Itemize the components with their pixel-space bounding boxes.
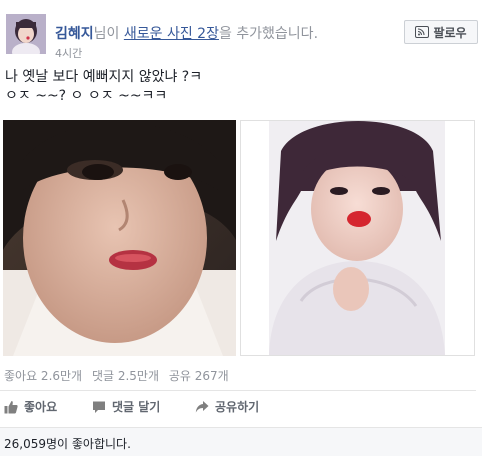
thumbs-up-icon: [4, 400, 18, 413]
message-line: 나 옛날 보다 예뻐지지 않았냐 ?ㅋ: [5, 69, 203, 85]
action-suffix: 을 추가했습니다.: [218, 26, 319, 42]
post-stats: 좋아요 2.6만개 댓글 2.5만개 공유 267개: [4, 367, 235, 384]
timestamp[interactable]: 4시간: [55, 45, 82, 61]
photo-grid: [3, 120, 475, 356]
post-header: 김혜지님이 새로운 사진 2장을 추가했습니다. 4시간 팔로우: [6, 14, 478, 64]
author-name[interactable]: 김혜지: [55, 26, 94, 42]
post-message: 나 옛날 보다 예뻐지지 않았냐 ?ㅋ ㅇㅈ ~~? ㅇ ㅇㅈ ~~ㅋㅋ: [5, 68, 202, 106]
avatar[interactable]: [6, 14, 46, 54]
comment-label: 댓글 달기: [112, 400, 161, 414]
feed-post: 김혜지님이 새로운 사진 2장을 추가했습니다. 4시간 팔로우 나 옛날 보다…: [0, 0, 482, 456]
comments-count[interactable]: 댓글 2.5만개: [92, 369, 159, 383]
follow-label: 팔로우: [433, 25, 467, 40]
likes-summary-text[interactable]: 26,059명이 좋아합니다.: [4, 435, 131, 452]
share-label: 공유하기: [215, 400, 260, 414]
like-label: 좋아요: [24, 400, 58, 414]
photo-2[interactable]: [240, 120, 475, 356]
action-prefix: 님이: [93, 26, 124, 42]
share-button[interactable]: 공유하기: [195, 398, 259, 415]
follow-rss-icon: [415, 26, 430, 38]
post-title: 김혜지님이 새로운 사진 2장을 추가했습니다.: [55, 23, 318, 43]
post-actions: 좋아요 댓글 달기 공유하기: [0, 394, 476, 420]
comment-icon: [93, 401, 105, 413]
likes-count[interactable]: 좋아요 2.6만개: [4, 369, 82, 383]
divider: [0, 390, 476, 391]
photos-link[interactable]: 새로운 사진 2장: [124, 26, 219, 42]
message-line: ㅇㅈ ~~? ㅇ ㅇㅈ ~~ㅋㅋ: [5, 88, 168, 104]
like-button[interactable]: 좋아요: [4, 398, 57, 415]
photo-1[interactable]: [3, 120, 236, 356]
likes-summary: 26,059명이 좋아합니다.: [0, 427, 482, 456]
share-arrow-icon: [195, 400, 209, 412]
comment-button[interactable]: 댓글 달기: [92, 398, 160, 415]
follow-button[interactable]: 팔로우: [404, 20, 478, 44]
shares-count[interactable]: 공유 267개: [169, 369, 229, 383]
